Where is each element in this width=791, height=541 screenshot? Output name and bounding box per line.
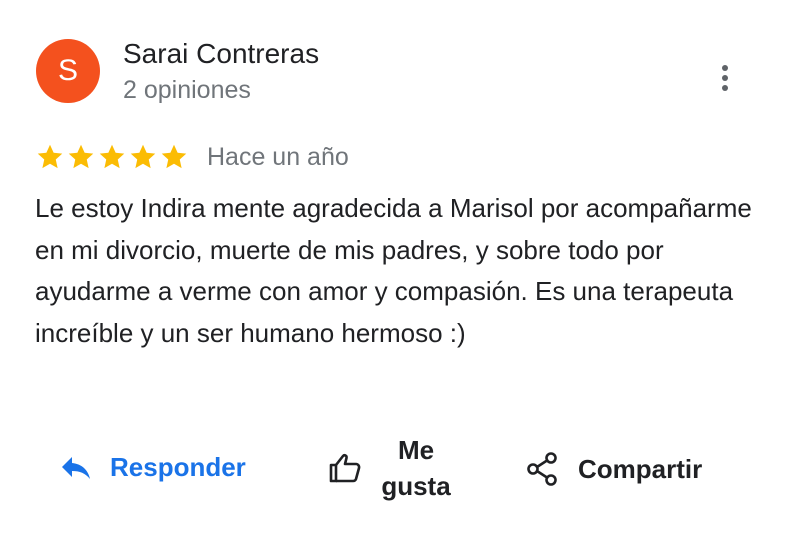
star-icon: [128, 142, 158, 172]
author-name[interactable]: Sarai Contreras: [123, 36, 319, 72]
review-header: S Sarai Contreras 2 opiniones: [36, 36, 319, 107]
author-info: Sarai Contreras 2 opiniones: [123, 36, 319, 107]
more-vert-icon-dot: [722, 75, 728, 81]
reply-icon: [60, 454, 92, 482]
rating-row: Hace un año: [35, 140, 349, 174]
more-vert-icon-dot: [722, 85, 728, 91]
star-icon: [66, 142, 96, 172]
star-icon: [35, 142, 65, 172]
like-label: Me gusta: [381, 435, 451, 501]
review-date: Hace un año: [207, 143, 349, 171]
avatar[interactable]: S: [36, 39, 100, 103]
like-button[interactable]: Me gusta: [328, 432, 454, 504]
star-rating: [35, 142, 190, 172]
share-label: Compartir: [578, 453, 703, 484]
author-review-count: 2 opiniones: [123, 76, 251, 104]
star-icon: [159, 142, 189, 172]
reply-label: Responder: [110, 452, 246, 482]
share-icon: [526, 452, 558, 486]
thumb-up-icon: [328, 451, 362, 485]
more-vert-icon: [722, 65, 728, 71]
review-actions: Responder Me gusta Compartir: [0, 430, 791, 520]
share-button[interactable]: Compartir: [526, 452, 702, 486]
review-text: Le estoy Indira mente agradecida a Maris…: [35, 193, 752, 348]
avatar-initial: S: [57, 54, 78, 87]
reply-button[interactable]: Responder: [60, 452, 246, 483]
more-options-button[interactable]: [708, 58, 742, 98]
review-card: S Sarai Contreras 2 opiniones Hace un añ…: [0, 0, 791, 541]
star-icon: [97, 142, 127, 172]
